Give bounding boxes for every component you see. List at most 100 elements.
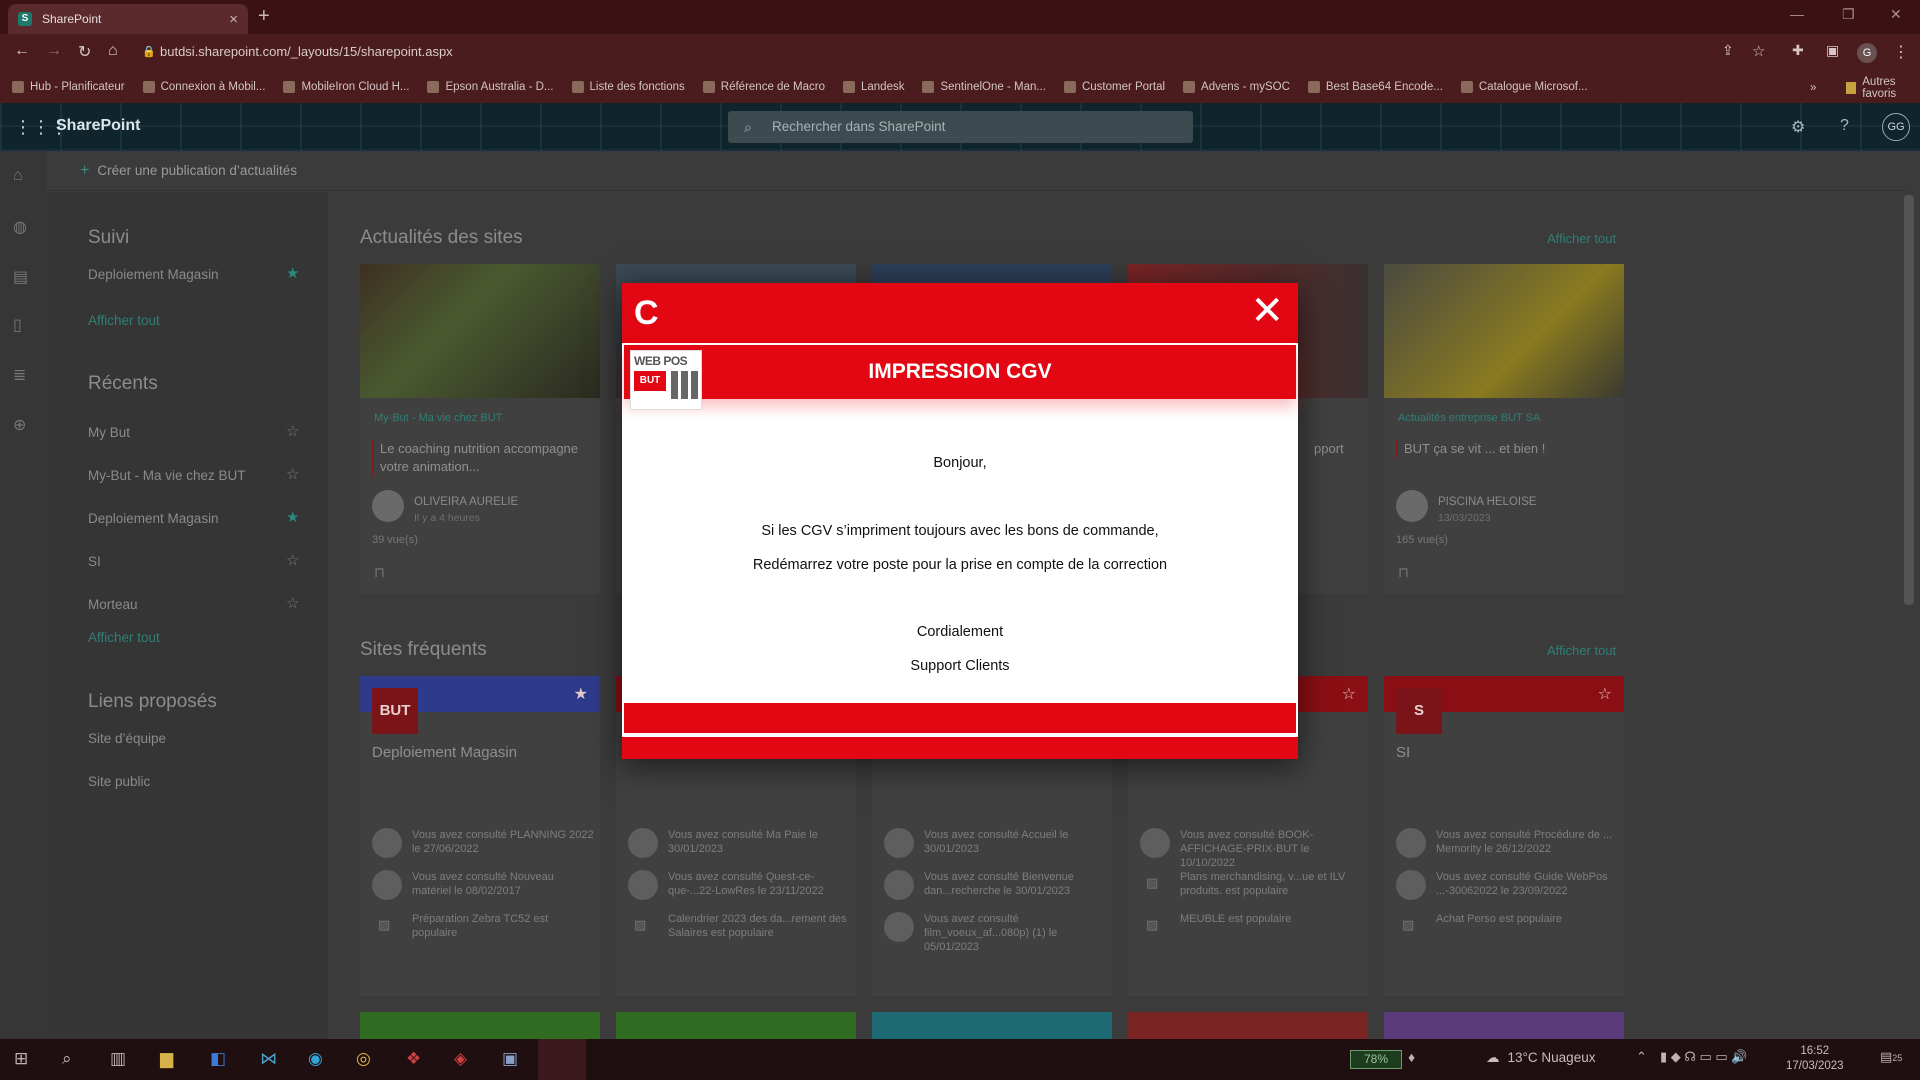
frequent-show-all-link[interactable]: Afficher tout [1547,643,1616,658]
bookmark-item[interactable]: Liste des fonctions [571,80,685,93]
bookmark-item[interactable]: Best Base64 Encode... [1307,80,1443,93]
news-card[interactable]: My-But - Ma vie chez BUT Le coaching nutr… [360,264,600,594]
site-activity[interactable]: Vous avez consulté Procédure de ... Memo… [1396,828,1618,858]
site-activity[interactable]: ▨ Achat Perso est populaire [1396,912,1618,932]
site-activity[interactable]: ▨ Calendrier 2023 des da...rement des Sal… [628,912,850,940]
bookmark-item[interactable]: Customer Portal [1063,80,1165,93]
user-avatar[interactable]: GG [1882,113,1910,141]
bookmark-item[interactable]: Advens - mySOC [1183,80,1290,93]
sidepanel-icon[interactable]: ▣ [1826,42,1839,59]
recent-item[interactable]: My-But - Ma vie chez BUT [88,468,246,483]
lists-icon[interactable]: ≣ [13,365,26,385]
bookmark-star-icon[interactable]: ☆ [1752,42,1765,60]
reload-icon[interactable]: ↻ [78,42,91,62]
home-icon[interactable]: ⌂ [13,167,23,185]
site-activity[interactable]: Vous avez consulté PLANNING 2022 le 27/0… [372,828,594,858]
recent-item[interactable]: Deploiement Magasin [88,511,219,526]
forward-icon[interactable]: → [46,42,62,60]
recent-show-all-link[interactable]: Afficher tout [88,630,160,645]
link-team-site[interactable]: Site d’équipe [88,731,166,746]
star-filled-icon[interactable]: ★ [574,684,588,704]
close-icon[interactable]: ✕ [1250,291,1284,331]
search-icon[interactable]: ⌕ [62,1049,72,1069]
star-outline-icon[interactable]: ☆ [286,465,299,483]
followed-show-all-link[interactable]: Afficher tout [88,313,160,328]
browser-tab[interactable]: S SharePoint × [8,4,248,34]
app-icon[interactable]: ❖ [406,1049,421,1069]
settings-gear-icon[interactable]: ⚙ [1791,117,1805,137]
edge-icon[interactable]: ◉ [308,1049,323,1069]
bookmark-item[interactable]: Landesk [842,80,904,93]
tray-chevron-icon[interactable]: ⌃ [1636,1049,1647,1065]
site-activity[interactable]: Vous avez consulté Ma Paie le 30/01/2023 [628,828,850,858]
vscode-icon[interactable]: ⋈ [260,1049,277,1069]
news-card[interactable]: Actualités entreprise BUT SA BUT ça se vi… [1384,264,1624,594]
site-name[interactable]: Deploiement Magasin [372,744,517,761]
news-icon[interactable]: ▤ [13,267,28,287]
news-card-title[interactable]: BUT ça se vit ... et bien ! [1396,440,1616,458]
active-app-highlight[interactable] [538,1039,586,1080]
page-scrollbar[interactable] [1904,195,1914,605]
battery-indicator[interactable]: 78% [1350,1050,1402,1069]
other-bookmarks[interactable]: » Autres favoris [1810,76,1920,100]
bookmark-item[interactable]: MobileIron Cloud H... [283,80,409,93]
home-icon[interactable]: ⌂ [108,42,118,60]
bookmark-item[interactable]: Connexion à Mobil... [142,80,265,93]
minimize-icon[interactable]: — [1790,6,1804,22]
recent-item[interactable]: My But [88,425,130,440]
back-icon[interactable]: ← [14,42,30,60]
app-icon[interactable]: ◈ [454,1049,467,1069]
frequent-site-card[interactable]: S ☆ SI Vous avez consulté Procédure de ... … [1384,676,1624,996]
site-activity[interactable]: Vous avez consulté Accueil le 30/01/2023 [884,828,1106,858]
star-outline-icon[interactable]: ☆ [1598,684,1612,704]
star-filled-icon[interactable]: ★ [286,508,299,526]
site-name[interactable]: SI [1396,744,1410,761]
site-activity[interactable]: ▨ MEUBLE est populaire [1140,912,1362,932]
save-bookmark-icon[interactable]: ⊓ [1398,564,1409,581]
recent-item[interactable]: Morteau [88,597,138,612]
chrome-icon[interactable]: ◎ [356,1049,371,1069]
news-card-site[interactable]: Actualités entreprise BUT SA [1398,412,1540,424]
create-news-button[interactable]: + Créer une publication d’actualités [80,162,297,180]
site-activity[interactable]: Vous avez consulté Bienvenue dan...reche… [884,870,1106,900]
globe-icon[interactable]: ◍ [13,217,27,237]
star-outline-icon[interactable]: ☆ [286,422,299,440]
microphone-icon[interactable]: ♦ [1408,1049,1415,1065]
news-card-title[interactable]: pport [1308,440,1368,458]
notifications-icon[interactable]: ▤25 [1880,1049,1902,1065]
create-icon[interactable]: ⊕ [13,415,26,435]
bookmark-item[interactable]: Hub - Planificateur [12,80,125,93]
frequent-site-card[interactable]: BUT ★ Deploiement Magasin Vous avez consult… [360,676,600,996]
search-input[interactable]: ⌕ Rechercher dans SharePoint [728,111,1193,143]
news-card-site[interactable]: My-But - Ma vie chez BUT [374,412,502,424]
weather-widget[interactable]: ☁ 13°C Nuageux [1486,1050,1595,1066]
site-activity[interactable]: Vous avez consulté Guide WebPos ...-3006… [1396,870,1618,900]
site-activity[interactable]: Vous avez consulté film_voeux_af...080p)… [884,912,1106,954]
tray-icons[interactable]: ▮ ◆ ☊ ▭ ▭ 🔊 [1660,1049,1748,1065]
link-public-site[interactable]: Site public [88,774,150,789]
star-outline-icon[interactable]: ☆ [286,594,299,612]
extensions-icon[interactable]: ✚ [1792,42,1804,59]
bookmark-item[interactable]: Référence de Macro [702,80,825,93]
star-filled-icon[interactable]: ★ [286,264,299,282]
app-icon[interactable]: ▣ [502,1049,518,1069]
bookmark-item[interactable]: Catalogue Microsof... [1460,80,1588,93]
site-activity[interactable]: Vous avez consulté BOOK-AFFICHAGE-PRIX-B… [1140,828,1362,870]
bookmark-item[interactable]: Epson Australia - D... [427,80,554,93]
followed-item[interactable]: Deploiement Magasin [88,267,219,282]
clock[interactable]: 16:52 17/03/2023 [1786,1044,1844,1074]
news-card-title[interactable]: Le coaching nutrition accompagne votre a… [372,440,592,476]
file-explorer-icon[interactable]: ▆ [160,1049,173,1069]
bookmark-item[interactable]: SentinelOne - Man... [922,80,1046,93]
close-tab-icon[interactable]: × [229,11,238,28]
site-activity[interactable]: ▨ Plans merchandising, v...ue et ILV prod… [1140,870,1362,898]
app-name[interactable]: SharePoint [56,117,140,135]
profile-avatar[interactable]: G [1857,43,1877,63]
site-activity[interactable]: ▨ Préparation Zebra TC52 est populaire [372,912,594,940]
menu-kebab-icon[interactable]: ⋮ [1893,42,1909,62]
site-activity[interactable]: Vous avez consulté Quest-ce-que-...22-Lo… [628,870,850,900]
site-activity[interactable]: Vous avez consulté Nouveau matériel le 0… [372,870,594,900]
close-window-icon[interactable]: ✕ [1890,6,1902,23]
new-tab-button[interactable]: + [258,5,270,28]
recent-item[interactable]: SI [88,554,101,569]
